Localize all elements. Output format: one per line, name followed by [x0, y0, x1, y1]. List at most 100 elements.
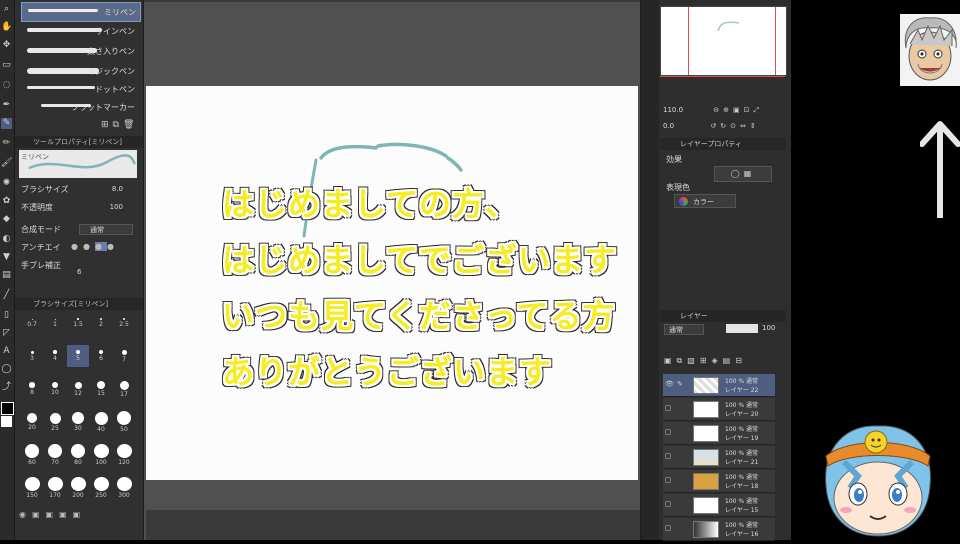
pen-item[interactable]: サインペン	[21, 22, 139, 40]
blend-icon[interactable]: ◐	[1, 234, 12, 245]
pencil-icon[interactable]: ✏	[1, 138, 12, 149]
brush-size-preset[interactable]: 2	[90, 312, 112, 334]
figure-icon[interactable]: ╱	[1, 290, 12, 301]
airbrush-icon[interactable]: ✺	[1, 178, 12, 189]
brush-size-preset[interactable]: 200	[67, 477, 89, 499]
eyedropper-icon[interactable]: ✒	[1, 100, 12, 111]
brush-size-preset[interactable]: 15	[90, 378, 112, 400]
brush-size-preset[interactable]: 5	[67, 345, 89, 367]
layer-row[interactable]: ▢ 100 % 通常 レイヤー 19	[663, 422, 775, 445]
brush-size-preset[interactable]: 10	[44, 378, 66, 400]
move-icon[interactable]: ✥	[1, 40, 12, 51]
visibility-eye-icon[interactable]: ▢	[665, 500, 672, 508]
brush-size-row[interactable]: ブラシサイズ 8.0	[21, 184, 139, 197]
brush-size-preset[interactable]: 3	[21, 345, 43, 367]
brush-size-preset[interactable]: 70	[44, 444, 66, 466]
correct-line-icon[interactable]: ⤴	[1, 382, 12, 393]
visibility-eye-icon[interactable]: 👁	[665, 380, 674, 388]
brush-size-preset[interactable]: 1	[44, 312, 66, 334]
layer-opacity-slider[interactable]	[726, 324, 758, 333]
express-color-select[interactable]: カラー	[674, 194, 736, 208]
zoom-controls[interactable]: ⊖⊕▣⊡⤢	[713, 106, 763, 114]
navigator-zoom-row[interactable]: 110.0 ⊖⊕▣⊡⤢	[663, 106, 783, 118]
brush-size-preset[interactable]: 100	[90, 444, 112, 466]
select-icon[interactable]: ▭	[1, 60, 12, 71]
brush-size-preset[interactable]: 25	[44, 411, 66, 433]
brush-size-preset[interactable]: 2.5	[113, 312, 135, 334]
brush-size-preset[interactable]: 8	[21, 378, 43, 400]
brush-size-preset[interactable]: 50	[113, 411, 135, 433]
opacity-value[interactable]: 100	[110, 203, 123, 211]
brush-size-preset[interactable]: 60	[21, 444, 43, 466]
layer-property-tab[interactable]: レイヤープロパティ	[660, 138, 786, 150]
hand-icon[interactable]: ✋	[1, 22, 12, 33]
antialias-row[interactable]: アンチエイ ●●●●	[21, 242, 139, 255]
layer-actions[interactable]: ▣⧉▧⊞◈▤⊟	[664, 356, 784, 368]
blend-mode-row[interactable]: 合成モード 通常	[21, 224, 139, 237]
brush-size-preset[interactable]: 12	[67, 378, 89, 400]
layer-row[interactable]: 👁 ✎ 100 % 通常 レイヤー 22	[663, 374, 775, 397]
brush-size-preset[interactable]: 0.7	[21, 312, 43, 334]
visibility-eye-icon[interactable]: ▢	[665, 524, 672, 532]
brush-size-preset[interactable]: 7	[113, 345, 135, 367]
layer-blend-mode-select[interactable]: 通常	[664, 324, 704, 335]
layer-row[interactable]: ▢ 100 % 通常 レイヤー 18	[663, 470, 775, 493]
brush-size-preset[interactable]: 20	[21, 411, 43, 433]
sub-tool-actions[interactable]: ⊞⧉🗑	[101, 120, 138, 130]
brush-size-preset[interactable]: 6	[90, 345, 112, 367]
brush-size-preset[interactable]: 17	[113, 378, 135, 400]
brush-size-preset[interactable]: 80	[67, 444, 89, 466]
brush-size-preset[interactable]: 30	[67, 411, 89, 433]
eraser-icon[interactable]: ◆	[1, 214, 12, 225]
brush-size-preset[interactable]: 120	[113, 444, 135, 466]
effect-buttons[interactable]: ◯▦	[714, 166, 772, 182]
brush-size-preset[interactable]: 4	[44, 345, 66, 367]
visibility-eye-icon[interactable]: ▢	[665, 428, 672, 436]
visibility-eye-icon[interactable]: ▢	[665, 476, 672, 484]
visibility-eye-icon[interactable]: ▢	[665, 404, 672, 412]
pen-label: サインペン	[95, 27, 135, 36]
layer-row[interactable]: ▢ 100 % 通常 レイヤー 15	[663, 494, 775, 517]
balloon-icon[interactable]: ◯	[1, 364, 12, 375]
visibility-eye-icon[interactable]: ▢	[665, 452, 672, 460]
sub-color-swatch[interactable]	[1, 416, 12, 427]
opacity-row[interactable]: 不透明度 100	[21, 202, 139, 215]
pen-item[interactable]: ドットペン	[21, 80, 139, 98]
brush-size-preset[interactable]: 300	[113, 477, 135, 499]
brush-icon[interactable]: 🖌	[1, 158, 12, 169]
layer-row[interactable]: ▢ 100 % 通常 レイヤー 16	[663, 518, 775, 541]
frame-icon[interactable]: ▯	[1, 310, 12, 321]
main-color-swatch[interactable]	[1, 402, 14, 415]
layer-row[interactable]: ▢ 100 % 通常 レイヤー 21	[663, 446, 775, 469]
layer-tab[interactable]: レイヤー	[660, 310, 786, 322]
pen-item[interactable]: フラットマーカー	[21, 98, 139, 116]
antialias-options[interactable]: ●●●●	[71, 242, 119, 251]
brush-size-preset[interactable]: 170	[44, 477, 66, 499]
brush-size-preset[interactable]: 40	[90, 411, 112, 433]
zoom-icon[interactable]: ⌕	[1, 4, 12, 15]
gradient-icon[interactable]: ▤	[1, 270, 12, 281]
zoom-value[interactable]: 110.0	[663, 106, 683, 114]
text-icon[interactable]: A	[1, 346, 12, 357]
brush-size-preset[interactable]: 1.5	[67, 312, 89, 334]
layer-opacity-value[interactable]: 100	[762, 324, 775, 332]
pen-item[interactable]: ミリペン	[21, 2, 141, 22]
lasso-icon[interactable]: ◌	[1, 80, 12, 91]
brush-size-preset[interactable]: 250	[90, 477, 112, 499]
blend-mode-select[interactable]: 通常	[79, 224, 133, 235]
ruler-icon[interactable]: ◸	[1, 328, 12, 339]
pen-item[interactable]: 太さ入りペン	[21, 42, 139, 60]
fill-icon[interactable]: ▼	[1, 252, 12, 263]
layer-row[interactable]: ▢ 100 % 通常 レイヤー 20	[663, 398, 775, 421]
decoration-icon[interactable]: ✿	[1, 196, 12, 207]
stabilization-value[interactable]: 6	[77, 268, 81, 276]
navigator-rotate-row[interactable]: 0.0 ↺↻⊙⇔⇕	[663, 122, 783, 134]
brush-size-preset[interactable]: 150	[21, 477, 43, 499]
rotate-controls[interactable]: ↺↻⊙⇔⇕	[710, 122, 759, 130]
brush-size-actions[interactable]: ◉▣▣▣▣	[19, 510, 139, 524]
brush-size-dot	[70, 477, 86, 491]
pen-item[interactable]: マジックペン	[21, 62, 139, 80]
pen-tool-icon[interactable]: ✎	[1, 118, 12, 129]
rotate-value[interactable]: 0.0	[663, 122, 674, 130]
brush-size-value[interactable]: 8.0	[112, 185, 123, 193]
